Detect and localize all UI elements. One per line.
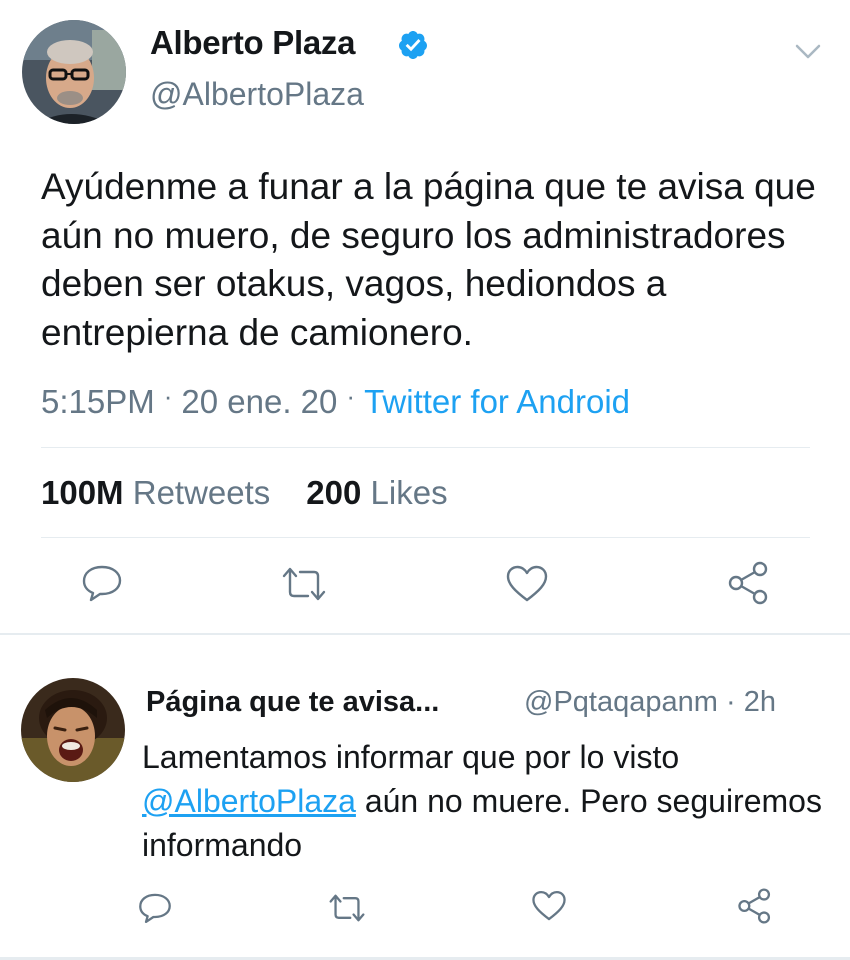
share-icon[interactable] — [727, 561, 771, 605]
tweet-date: 20 ene. 20 — [181, 383, 338, 420]
chevron-down-icon[interactable] — [794, 42, 822, 62]
reply-text-start: Lamentamos informar que por lo visto — [142, 739, 680, 775]
retweet-icon[interactable] — [282, 564, 326, 604]
avatar-image — [22, 20, 126, 124]
retweets-stat[interactable]: 100M Retweets — [41, 474, 270, 511]
likes-label: Likes — [370, 474, 448, 511]
reply-author-name[interactable]: Página que te avisa... — [146, 686, 439, 719]
like-icon[interactable] — [505, 564, 549, 604]
tweet-source-link[interactable]: Twitter for Android — [364, 383, 630, 420]
author-avatar[interactable] — [22, 20, 126, 124]
like-icon[interactable] — [531, 889, 567, 923]
retweets-label: Retweets — [132, 474, 271, 511]
reply-text: Lamentamos informar que por lo visto @Alb… — [142, 735, 832, 867]
author-name[interactable]: Alberto Plaza — [150, 24, 355, 62]
meta-separator: · — [725, 686, 736, 718]
reply-icon[interactable] — [137, 891, 173, 925]
reply-handle-line: @Pqtaqapanm · 2h — [524, 686, 776, 719]
tweet-text: Ayúdenme a funar a la página que te avis… — [41, 166, 816, 353]
reply-time: 2h — [743, 686, 776, 718]
avatar-image — [21, 678, 125, 782]
divider — [41, 447, 810, 448]
likes-stat[interactable]: 200 Likes — [306, 474, 447, 511]
share-icon[interactable] — [737, 887, 773, 925]
divider — [41, 537, 810, 538]
meta-separator: · — [346, 381, 356, 411]
tweet-time: 5:15PM — [41, 383, 155, 420]
likes-count: 200 — [306, 474, 362, 511]
meta-separator: · — [163, 381, 173, 411]
mention-link[interactable]: @AlbertoPlaza — [142, 783, 356, 819]
reply-icon[interactable] — [80, 563, 124, 603]
reply-tweet[interactable]: Página que te avisa... @Pqtaqapanm · 2h … — [0, 635, 850, 960]
tweet-meta: 5:15PM · 20 ene. 20 · Twitter for Android — [41, 381, 630, 421]
tweet-stats: 100M Retweets 200 Likes — [41, 474, 448, 512]
main-tweet: Alberto Plaza @AlbertoPlaza Ayúdenme a f… — [0, 0, 850, 634]
retweets-count: 100M — [41, 474, 124, 511]
reply-author-handle[interactable]: @Pqtaqapanm — [524, 686, 718, 718]
retweet-icon[interactable] — [329, 891, 365, 925]
reply-author-avatar[interactable] — [21, 678, 125, 782]
author-handle[interactable]: @AlbertoPlaza — [150, 76, 364, 113]
verified-badge-icon — [397, 29, 429, 61]
